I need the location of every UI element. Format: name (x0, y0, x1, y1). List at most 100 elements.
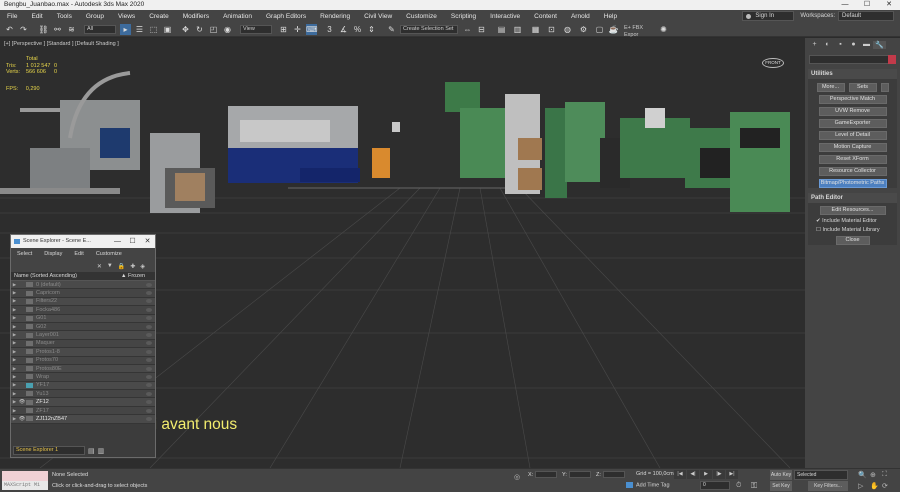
freeze-toggle-icon[interactable] (146, 391, 152, 396)
menu-scripting[interactable]: Scripting (444, 13, 483, 20)
z-coordinate-field[interactable] (602, 471, 625, 478)
curve-editor-icon[interactable]: ▦ (530, 24, 541, 35)
freeze-toggle-icon[interactable] (146, 282, 152, 287)
freeze-toggle-icon[interactable] (146, 416, 152, 421)
set-key-icon[interactable]: ⚿ (751, 482, 765, 490)
reset-xform-button[interactable]: Reset XForm (818, 155, 887, 164)
snaps-toggle-icon[interactable]: 3 (324, 24, 335, 35)
layer-row[interactable]: ▶ G02 (11, 322, 155, 332)
material-editor-icon[interactable]: ◍ (562, 24, 573, 35)
schematic-view-icon[interactable]: ⊡ (546, 24, 557, 35)
expand-arrow-icon[interactable]: ▶ (11, 357, 18, 363)
layer-row[interactable]: ▶ Maquer (11, 339, 155, 349)
game-exporter-button[interactable]: GameExporter (818, 119, 887, 128)
y-coordinate-field[interactable] (568, 471, 591, 478)
align-icon[interactable]: ⊟ (476, 24, 487, 35)
rotate-icon[interactable]: ↻ (194, 24, 205, 35)
expand-arrow-icon[interactable]: ▶ (11, 332, 18, 338)
toggle-scene-explorer-icon[interactable]: ▤ (496, 24, 507, 35)
utilities-header[interactable]: Utilities (808, 69, 897, 79)
object-color-swatch[interactable] (888, 55, 896, 64)
fbx-export-label[interactable]: E+ FBX Expor (622, 25, 656, 38)
column-name-header[interactable]: Name (Sorted Ascending) (11, 273, 121, 279)
place-icon[interactable]: ◉ (222, 24, 233, 35)
zoom-all-icon[interactable]: ⊕ (870, 471, 876, 479)
rendered-frame-window-icon[interactable]: ▢ (594, 24, 605, 35)
arnold-icon[interactable]: ✺ (658, 24, 669, 35)
viewport-label[interactable]: [+] [Perspective ] [Standard ] [Default … (4, 41, 119, 47)
menu-rendering[interactable]: Rendering (313, 13, 357, 20)
field-of-view-icon[interactable]: ▷ (858, 482, 863, 490)
freeze-toggle-icon[interactable] (146, 366, 152, 371)
auto-key-button[interactable]: Auto Key (770, 470, 792, 480)
explorer-menu-edit[interactable]: Edit (68, 251, 89, 257)
freeze-toggle-icon[interactable] (146, 383, 152, 388)
menu-create[interactable]: Create (142, 13, 176, 20)
maxscript-listener-input[interactable] (2, 471, 48, 481)
expand-arrow-icon[interactable]: ▶ (11, 324, 18, 330)
select-object-icon[interactable]: ▸ (120, 24, 131, 35)
minimize-button[interactable]: — (834, 0, 856, 10)
expand-arrow-icon[interactable]: ▶ (11, 374, 18, 380)
pivot-center-icon[interactable]: ⊞ (278, 24, 289, 35)
freeze-toggle-icon[interactable] (146, 316, 152, 321)
select-manipulate-icon[interactable]: ✛ (292, 24, 303, 35)
toggle-layer-explorer-icon[interactable]: ▥ (512, 24, 523, 35)
resource-collector-button[interactable]: Resource Collector (818, 167, 887, 176)
sign-in-dropdown[interactable]: Sign In (742, 11, 795, 21)
mirror-icon[interactable]: ⇔ (462, 24, 473, 35)
workspace-dropdown[interactable]: Default (838, 11, 894, 21)
menu-file[interactable]: File (0, 13, 24, 20)
create-tab-icon[interactable]: + (808, 41, 821, 48)
level-of-detail-button[interactable]: Level of Detail (818, 131, 887, 140)
expand-arrow-icon[interactable]: ▶ (11, 298, 18, 304)
scene-explorer-titlebar[interactable]: Scene Explorer - Scene E... — ☐ ✕ (11, 235, 155, 248)
modify-tab-icon[interactable]: ◐ (821, 41, 834, 48)
undo-icon[interactable]: ↶ (4, 24, 15, 35)
uvw-remove-button[interactable]: UVW Remove (818, 107, 887, 116)
explorer-minimize-button[interactable]: — (110, 235, 125, 248)
orbit-icon[interactable]: ⟳ (882, 482, 888, 490)
percent-snap-icon[interactable]: % (352, 24, 363, 35)
layer-row[interactable]: ▶ Layer001 (11, 331, 155, 340)
expand-arrow-icon[interactable]: ▶ (11, 366, 18, 372)
explorer-close-button[interactable]: ✕ (140, 235, 155, 248)
keyboard-shortcut-override-icon[interactable]: ⌨ (306, 24, 318, 35)
render-production-icon[interactable]: ☕ (608, 24, 619, 35)
menu-customize[interactable]: Customize (399, 13, 444, 20)
include-material-editor-checkbox[interactable]: ✔ Include Material Editor (816, 218, 897, 224)
bind-space-warp-icon[interactable]: ≋ (66, 24, 77, 35)
menu-help[interactable]: Help (597, 13, 624, 20)
maxscript-mini-listener[interactable]: MAXScript Mi (2, 481, 48, 490)
layer-options-icon[interactable]: ◈ (140, 263, 145, 270)
layer-row[interactable]: ▶ Filters22 (11, 297, 155, 307)
menu-graph-editors[interactable]: Graph Editors (259, 13, 313, 20)
expand-arrow-icon[interactable]: ▶ (11, 307, 18, 313)
layer-row[interactable]: ▶ Protos80E (11, 364, 155, 374)
display-tab-icon[interactable]: ▬ (860, 41, 873, 48)
menu-group[interactable]: Group (79, 13, 111, 20)
key-mode-selection-dropdown[interactable]: Selected (794, 470, 848, 480)
layer-row[interactable]: ▶ Focka486 (11, 306, 155, 315)
expand-arrow-icon[interactable]: ▶ (11, 315, 18, 321)
freeze-toggle-icon[interactable] (146, 299, 152, 304)
go-to-end-icon[interactable]: ▶| (726, 470, 738, 479)
expand-arrow-icon[interactable]: ▶ (11, 391, 18, 397)
render-setup-icon[interactable]: ⚙ (578, 24, 589, 35)
bitmap-photometric-paths-button[interactable]: Bitmap/Photometric Paths (818, 179, 887, 188)
redo-icon[interactable]: ↷ (18, 24, 29, 35)
link-icon[interactable]: ⛓ (38, 24, 49, 35)
menu-content[interactable]: Content (527, 13, 564, 20)
motion-capture-button[interactable]: Motion Capture (818, 143, 887, 152)
rectangular-selection-icon[interactable]: ⬚ (148, 24, 159, 35)
menu-edit[interactable]: Edit (24, 13, 49, 20)
clear-filter-icon[interactable]: ✕ (97, 263, 102, 270)
path-editor-header[interactable]: Path Editor (808, 193, 897, 203)
pan-view-icon[interactable]: ✋ (870, 482, 879, 490)
spinner-snap-icon[interactable]: ⇕ (366, 24, 377, 35)
layer-row[interactable]: ▶ G01 (11, 314, 155, 323)
expand-arrow-icon[interactable]: ▶ (11, 416, 18, 422)
filter-icon[interactable]: ▼ (107, 263, 113, 269)
expand-arrow-icon[interactable]: ▶ (11, 290, 18, 296)
edit-resources-button[interactable]: Edit Resources... (819, 206, 886, 215)
